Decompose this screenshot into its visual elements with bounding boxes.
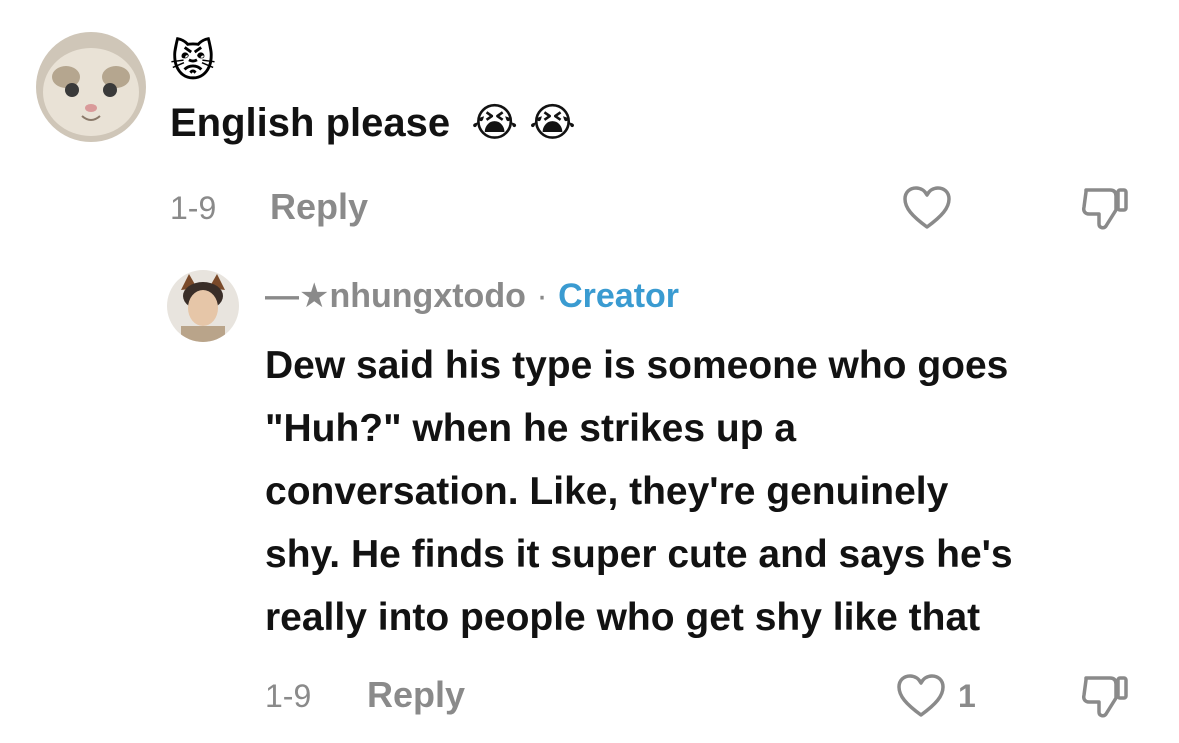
creator-avatar[interactable]: [167, 270, 239, 342]
creator-header: —★nhungxtodo · Creator: [265, 276, 679, 316]
crying-emojis: 😭 😭: [471, 101, 576, 145]
heart-outline-icon[interactable]: [896, 674, 946, 723]
username-emoji[interactable]: 😾: [170, 40, 216, 84]
reply-text-line: conversation. Like, they're genuinely: [265, 470, 949, 513]
thumbs-down-outline-icon[interactable]: [1080, 184, 1130, 237]
creator-avatar-image: [167, 270, 239, 342]
reply-text-line: shy. He finds it super cute and says he'…: [265, 533, 1013, 576]
reply-text-line: really into people who get shy like that: [265, 596, 981, 639]
comment-text-body: English please: [170, 101, 451, 145]
cat-avatar-image: [36, 32, 146, 142]
like-count: 1: [958, 678, 976, 714]
thumbs-down-outline-icon[interactable]: [1080, 672, 1130, 725]
reply-text: Dew said his type is someone who goes "H…: [265, 334, 1013, 649]
comment-text: English please 😭 😭: [170, 100, 576, 146]
reply-date: 1-9: [265, 678, 312, 714]
commenter-avatar[interactable]: [36, 32, 146, 142]
comment-date: 1-9: [170, 190, 217, 226]
creator-badge: Creator: [558, 277, 680, 315]
heart-outline-icon[interactable]: [902, 186, 952, 235]
reply-button[interactable]: Reply: [367, 674, 465, 716]
reply-button[interactable]: Reply: [270, 186, 368, 228]
reply-text-line: Dew said his type is someone who goes: [265, 344, 1009, 387]
separator-dot: ·: [536, 277, 548, 315]
creator-username[interactable]: —★nhungxtodo: [265, 277, 526, 315]
reply-text-line: "Huh?" when he strikes up a: [265, 407, 797, 450]
